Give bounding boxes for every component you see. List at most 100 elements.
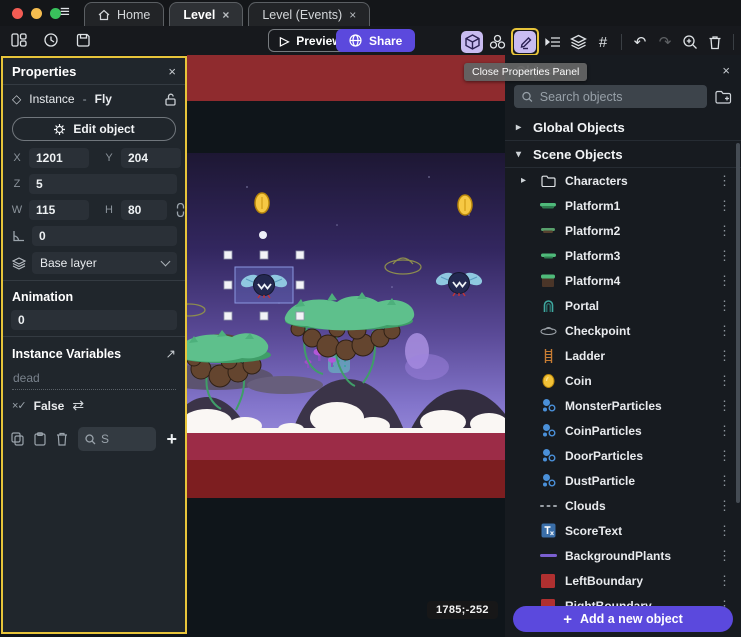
tab-level-events[interactable]: Level (Events) × — [248, 2, 370, 26]
edit-object-icon — [53, 123, 66, 136]
minimize-window-button[interactable] — [31, 8, 42, 19]
object-row-portal[interactable]: Portal ⋮ — [505, 293, 741, 318]
add-variable-button[interactable]: + — [166, 429, 177, 450]
aspect-link-icon[interactable] — [173, 203, 188, 217]
add-object-button[interactable]: + Add a new object — [513, 606, 733, 632]
history-icon[interactable] — [40, 29, 62, 51]
row-menu-icon[interactable]: ⋮ — [718, 223, 731, 239]
row-menu-icon[interactable]: ⋮ — [718, 523, 731, 539]
animation-input[interactable] — [11, 310, 177, 330]
tooltip-close-properties: Close Properties Panel — [464, 63, 587, 81]
scene-canvas[interactable]: 1785;-252 — [187, 55, 505, 637]
object-row-ladder[interactable]: Ladder ⋮ — [505, 343, 741, 368]
object-row-monsterparticles[interactable]: MonsterParticles ⋮ — [505, 393, 741, 418]
row-menu-icon[interactable]: ⋮ — [718, 448, 731, 464]
grid-icon[interactable]: # — [592, 31, 614, 53]
object-row-backgroundplants[interactable]: BackgroundPlants ⋮ — [505, 543, 741, 568]
close-tab-icon[interactable]: × — [349, 8, 356, 22]
share-button[interactable]: Share — [336, 29, 415, 52]
object-row-doorparticles[interactable]: DoorParticles ⋮ — [505, 443, 741, 468]
separator: - — [83, 92, 87, 106]
3d-view-icon[interactable] — [461, 31, 483, 53]
object-row-checkpoint[interactable]: Checkpoint ⋮ — [505, 318, 741, 343]
project-panels-icon[interactable] — [8, 29, 30, 51]
delete-variable-icon[interactable] — [56, 432, 68, 446]
delete-icon[interactable] — [704, 31, 726, 53]
toggle-instances-list-icon[interactable] — [542, 31, 564, 53]
y-label: Y — [103, 152, 115, 164]
edit-object-button[interactable]: Edit object — [12, 117, 176, 141]
x-input[interactable] — [29, 148, 89, 168]
row-menu-icon[interactable]: ⋮ — [718, 273, 731, 289]
instance-object-name: Fly — [95, 92, 112, 106]
particles-icon — [539, 423, 557, 439]
open-variables-icon[interactable]: ↗ — [166, 346, 176, 361]
height-label: H — [103, 204, 115, 216]
instances-group-icon[interactable] — [486, 31, 508, 53]
edit-properties-icon[interactable] — [514, 31, 536, 53]
group-global-objects[interactable]: ▸ Global Objects — [505, 114, 741, 141]
close-window-button[interactable] — [12, 8, 23, 19]
variables-search[interactable] — [78, 427, 156, 451]
variable-value[interactable]: False — [34, 399, 65, 413]
row-menu-icon[interactable]: ⋮ — [718, 248, 731, 264]
bottom-band-dark-red — [187, 460, 505, 498]
z-input[interactable] — [29, 174, 177, 194]
row-menu-icon[interactable]: ⋮ — [718, 423, 731, 439]
close-properties-icon[interactable]: × — [168, 64, 176, 79]
z-label: Z — [11, 178, 23, 190]
variables-search-input[interactable] — [101, 432, 125, 446]
angle-input[interactable] — [32, 226, 177, 246]
row-menu-icon[interactable]: ⋮ — [718, 173, 731, 189]
lock-open-icon[interactable] — [165, 93, 176, 106]
object-row-characters[interactable]: ▸ Characters ⋮ — [505, 168, 741, 193]
caret-right-icon[interactable]: ▸ — [521, 175, 531, 186]
object-row-dustparticle[interactable]: DustParticle ⋮ — [505, 468, 741, 493]
row-menu-icon[interactable]: ⋮ — [718, 573, 731, 589]
row-menu-icon[interactable]: ⋮ — [718, 198, 731, 214]
zoom-in-icon[interactable] — [679, 31, 701, 53]
row-menu-icon[interactable]: ⋮ — [718, 298, 731, 314]
object-row-coin[interactable]: Coin ⋮ — [505, 368, 741, 393]
row-menu-icon[interactable]: ⋮ — [718, 323, 731, 339]
y-input[interactable] — [121, 148, 181, 168]
object-row-leftboundary[interactable]: LeftBoundary ⋮ — [505, 568, 741, 593]
row-menu-icon[interactable]: ⋮ — [718, 473, 731, 489]
rotation-handle[interactable] — [259, 231, 267, 239]
objects-search-input[interactable] — [540, 90, 699, 104]
object-row-platform3[interactable]: Platform3 ⋮ — [505, 243, 741, 268]
object-row-scoretext[interactable]: ScoreText ⋮ — [505, 518, 741, 543]
row-menu-icon[interactable]: ⋮ — [718, 373, 731, 389]
add-folder-icon[interactable] — [715, 90, 732, 104]
redo-icon[interactable]: ↷ — [654, 31, 676, 53]
row-menu-icon[interactable]: ⋮ — [718, 348, 731, 364]
row-menu-icon[interactable]: ⋮ — [718, 548, 731, 564]
object-row-clouds[interactable]: Clouds ⋮ — [505, 493, 741, 518]
row-menu-icon[interactable]: ⋮ — [718, 498, 731, 514]
row-menu-icon[interactable]: ⋮ — [718, 398, 731, 414]
tab-home[interactable]: Home — [84, 2, 164, 26]
object-row-platform4[interactable]: Platform4 ⋮ — [505, 268, 741, 293]
objects-scrollbar[interactable] — [736, 143, 740, 503]
objects-search[interactable] — [514, 85, 707, 108]
main-menu-icon[interactable]: ≡ — [60, 2, 70, 22]
object-row-coinparticles[interactable]: CoinParticles ⋮ — [505, 418, 741, 443]
layers-icon[interactable] — [567, 31, 589, 53]
object-row-platform1[interactable]: Platform1 ⋮ — [505, 193, 741, 218]
layer-select[interactable]: Base layer — [32, 252, 177, 274]
close-objects-icon[interactable]: × — [722, 63, 730, 78]
tab-level[interactable]: Level × — [169, 2, 243, 26]
height-input[interactable] — [121, 200, 167, 220]
paste-icon[interactable] — [34, 432, 46, 446]
close-tab-icon[interactable]: × — [222, 8, 229, 22]
variable-name[interactable]: dead — [12, 369, 176, 390]
undo-icon[interactable]: ↶ — [629, 31, 651, 53]
width-input[interactable] — [29, 200, 89, 220]
group-scene-objects[interactable]: ▾ Scene Objects — [505, 141, 741, 168]
caret-right-icon: ▸ — [516, 122, 524, 133]
toggle-value-icon[interactable]: ⇄ — [72, 397, 84, 414]
object-row-platform2[interactable]: Platform2 ⋮ — [505, 218, 741, 243]
save-icon[interactable] — [72, 29, 94, 51]
copy-icon[interactable] — [11, 432, 24, 446]
toolbar: ▷ Preview Share — [0, 26, 741, 55]
